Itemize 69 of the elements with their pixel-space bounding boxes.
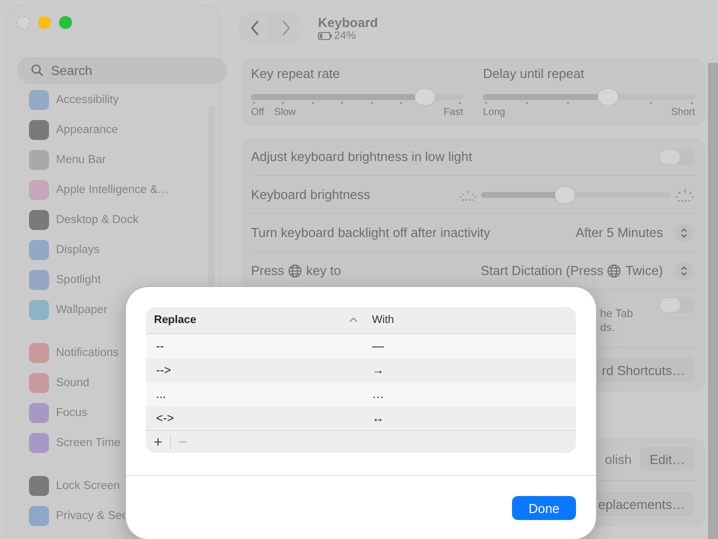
search-field[interactable]: Search	[17, 57, 227, 84]
scale-label: Off	[251, 107, 264, 118]
slider-thumb[interactable]	[414, 89, 435, 105]
sidebar-item[interactable]: Lock Screen	[29, 471, 220, 501]
setting-label: Keyboard brightness	[251, 187, 370, 202]
globe-icon	[607, 264, 622, 278]
tick-mark	[485, 102, 487, 104]
sidebar-item[interactable]: Apple Intelligence &…	[29, 175, 220, 205]
column-header[interactable]: Replace	[146, 307, 364, 333]
battery-level: 24%	[334, 30, 356, 42]
sidebar-item[interactable]: Accessibility	[29, 85, 220, 115]
scrollbar[interactable]	[708, 63, 718, 539]
setting-label: key to	[306, 263, 341, 278]
popup-button[interactable]: After 5 Minutes	[576, 224, 695, 242]
slider-thumb[interactable]	[554, 186, 575, 202]
table-cell-text: →	[371, 363, 384, 377]
tick-mark	[567, 102, 570, 104]
search-icon	[31, 64, 44, 77]
remove-button[interactable]: −	[171, 434, 195, 450]
table-cell-text: ↔	[371, 411, 384, 425]
table-cell-text: --	[155, 339, 165, 353]
tick-mark	[690, 102, 693, 104]
setting-value: olish	[604, 452, 632, 466]
minimize-button[interactable]	[38, 16, 51, 29]
tick-mark	[370, 102, 373, 104]
setting-label: Adjust keyboard brightness in low light	[251, 149, 472, 164]
tick-mark	[312, 102, 314, 104]
setting-label: Press	[251, 263, 284, 278]
setting-label: Key repeat rate	[251, 66, 341, 83]
sidebar-item[interactable]: Menu Bar	[29, 145, 220, 175]
tick-mark	[341, 102, 344, 104]
table-cell-text: <->	[155, 411, 176, 425]
column-header[interactable]: With	[364, 307, 394, 333]
zoom-button[interactable]	[59, 16, 72, 29]
tick-mark	[253, 102, 255, 104]
setting-label: Turn keyboard backlight off after inactivity	[251, 225, 490, 240]
forward-icon	[281, 20, 291, 36]
done-button[interactable]: Done	[512, 496, 576, 520]
page-title: Keyboard	[318, 14, 378, 30]
tick-mark	[400, 102, 402, 104]
sidebar-item[interactable]: Desktop & Dock	[29, 205, 220, 235]
sidebar-item[interactable]: Spotlight	[29, 265, 220, 295]
tick-mark	[526, 102, 528, 104]
battery-icon	[318, 32, 332, 40]
scale-label: Slow	[274, 107, 296, 118]
table-cell-text: —	[371, 339, 384, 353]
table-cell-text: ...	[155, 387, 168, 401]
setting-description: he Tab ds.	[600, 307, 633, 335]
sidebar-item[interactable]: Appearance	[29, 115, 220, 145]
brightness-low-icon	[459, 188, 477, 200]
slider-thumb[interactable]	[598, 89, 618, 105]
sidebar-item[interactable]: Displays	[29, 235, 220, 265]
add-button[interactable]: +	[146, 434, 170, 450]
edit-button[interactable]: Edit…	[640, 447, 695, 471]
tick-mark	[458, 102, 461, 104]
scale-label: Long	[483, 107, 506, 118]
chevron-icon	[675, 262, 693, 280]
back-icon	[250, 20, 260, 36]
tick-mark	[282, 102, 284, 104]
chevron-icon	[675, 224, 693, 242]
scale-label: Short	[671, 107, 695, 118]
table-cell-text: -->	[155, 363, 172, 377]
popup-button[interactable]: Start Dictation (Press Twice)	[480, 262, 695, 280]
brightness-high-icon	[675, 188, 695, 202]
tick-mark	[650, 102, 652, 104]
globe-icon	[288, 264, 302, 278]
table-cell-text: …	[371, 387, 384, 401]
setting-label: Delay until repeat	[483, 66, 586, 83]
scale-label: Fast	[444, 107, 463, 118]
